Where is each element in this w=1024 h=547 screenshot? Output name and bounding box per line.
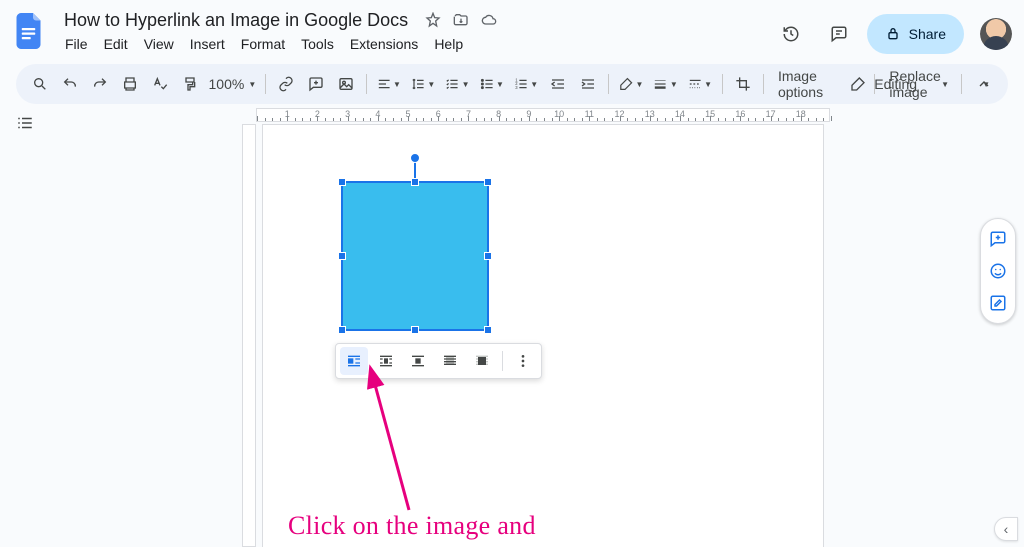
menu-format[interactable]: Format <box>234 34 292 54</box>
inline-icon[interactable] <box>340 347 368 375</box>
comment-side-panel <box>980 218 1016 324</box>
menubar: File Edit View Insert Format Tools Exten… <box>58 32 763 56</box>
editing-mode-menu[interactable]: Editing ▼ <box>846 70 953 98</box>
search-menus-icon[interactable] <box>26 70 54 98</box>
zoom-menu[interactable]: 100%▼ <box>206 70 259 98</box>
menu-insert[interactable]: Insert <box>183 34 232 54</box>
account-avatar[interactable] <box>980 18 1012 50</box>
document-outline-icon[interactable] <box>16 114 52 135</box>
star-icon[interactable] <box>424 11 442 29</box>
annotation-text: Click on the image and select the “In li… <box>288 508 541 547</box>
menu-help[interactable]: Help <box>427 34 470 54</box>
border-dash-menu[interactable]: ▼ <box>684 70 716 98</box>
checklist-menu[interactable]: ▼ <box>441 70 473 98</box>
border-color-menu[interactable]: ▼ <box>615 70 647 98</box>
selected-image[interactable] <box>343 183 487 329</box>
doc-title[interactable]: How to Hyperlink an Image in Google Docs <box>58 8 414 33</box>
docs-logo[interactable] <box>10 4 50 58</box>
menu-edit[interactable]: Edit <box>97 34 135 54</box>
share-label: Share <box>909 26 946 42</box>
menu-file[interactable]: File <box>58 34 95 54</box>
separator <box>502 351 503 371</box>
toolbar: 100%▼ ▼ ▼ ▼ ▼ 123▼ ▼ ▼ ▼ Image options R… <box>16 64 1008 104</box>
cloud-icon[interactable] <box>480 11 498 29</box>
separator <box>961 74 962 94</box>
insert-image-icon[interactable] <box>332 70 360 98</box>
behind-text-icon[interactable] <box>436 347 464 375</box>
rotation-handle[interactable] <box>410 153 420 163</box>
print-icon[interactable] <box>116 70 144 98</box>
image-layout-toolbar <box>335 343 542 379</box>
separator <box>763 74 764 94</box>
rotation-stem <box>414 161 416 178</box>
move-icon[interactable] <box>452 11 470 29</box>
separator <box>366 74 367 94</box>
show-side-panel-icon[interactable]: ‹ <box>994 517 1018 541</box>
align-menu[interactable]: ▼ <box>373 70 405 98</box>
suggest-fab-icon[interactable] <box>984 289 1012 317</box>
separator <box>722 74 723 94</box>
history-icon[interactable] <box>771 14 811 54</box>
paint-format-icon[interactable] <box>176 70 204 98</box>
menu-view[interactable]: View <box>137 34 181 54</box>
comments-icon[interactable] <box>819 14 859 54</box>
menu-tools[interactable]: Tools <box>294 34 341 54</box>
undo-icon[interactable] <box>56 70 84 98</box>
redo-icon[interactable] <box>86 70 114 98</box>
line-spacing-menu[interactable]: ▼ <box>407 70 439 98</box>
separator <box>608 74 609 94</box>
add-comment-icon[interactable] <box>302 70 330 98</box>
numbered-list-menu[interactable]: 123▼ <box>510 70 542 98</box>
insert-link-icon[interactable] <box>272 70 300 98</box>
horizontal-ruler[interactable]: 123456789101112131415161718 <box>256 108 830 122</box>
vertical-ruler[interactable] <box>242 124 256 547</box>
add-comment-fab-icon[interactable] <box>984 225 1012 253</box>
more-options-icon[interactable] <box>509 347 537 375</box>
increase-indent-icon[interactable] <box>574 70 602 98</box>
in-front-text-icon[interactable] <box>468 347 496 375</box>
emoji-fab-icon[interactable] <box>984 257 1012 285</box>
decrease-indent-icon[interactable] <box>544 70 572 98</box>
border-weight-menu[interactable]: ▼ <box>649 70 681 98</box>
svg-text:3: 3 <box>515 85 518 90</box>
crop-icon[interactable] <box>729 70 757 98</box>
separator <box>265 74 266 94</box>
wrap-text-icon[interactable] <box>372 347 400 375</box>
collapse-toolbar-icon[interactable] <box>970 70 998 98</box>
break-text-icon[interactable] <box>404 347 432 375</box>
bulleted-list-menu[interactable]: ▼ <box>476 70 508 98</box>
spellcheck-icon[interactable] <box>146 70 174 98</box>
share-button[interactable]: Share <box>867 14 964 54</box>
document-page[interactable] <box>262 124 824 547</box>
menu-extensions[interactable]: Extensions <box>343 34 425 54</box>
